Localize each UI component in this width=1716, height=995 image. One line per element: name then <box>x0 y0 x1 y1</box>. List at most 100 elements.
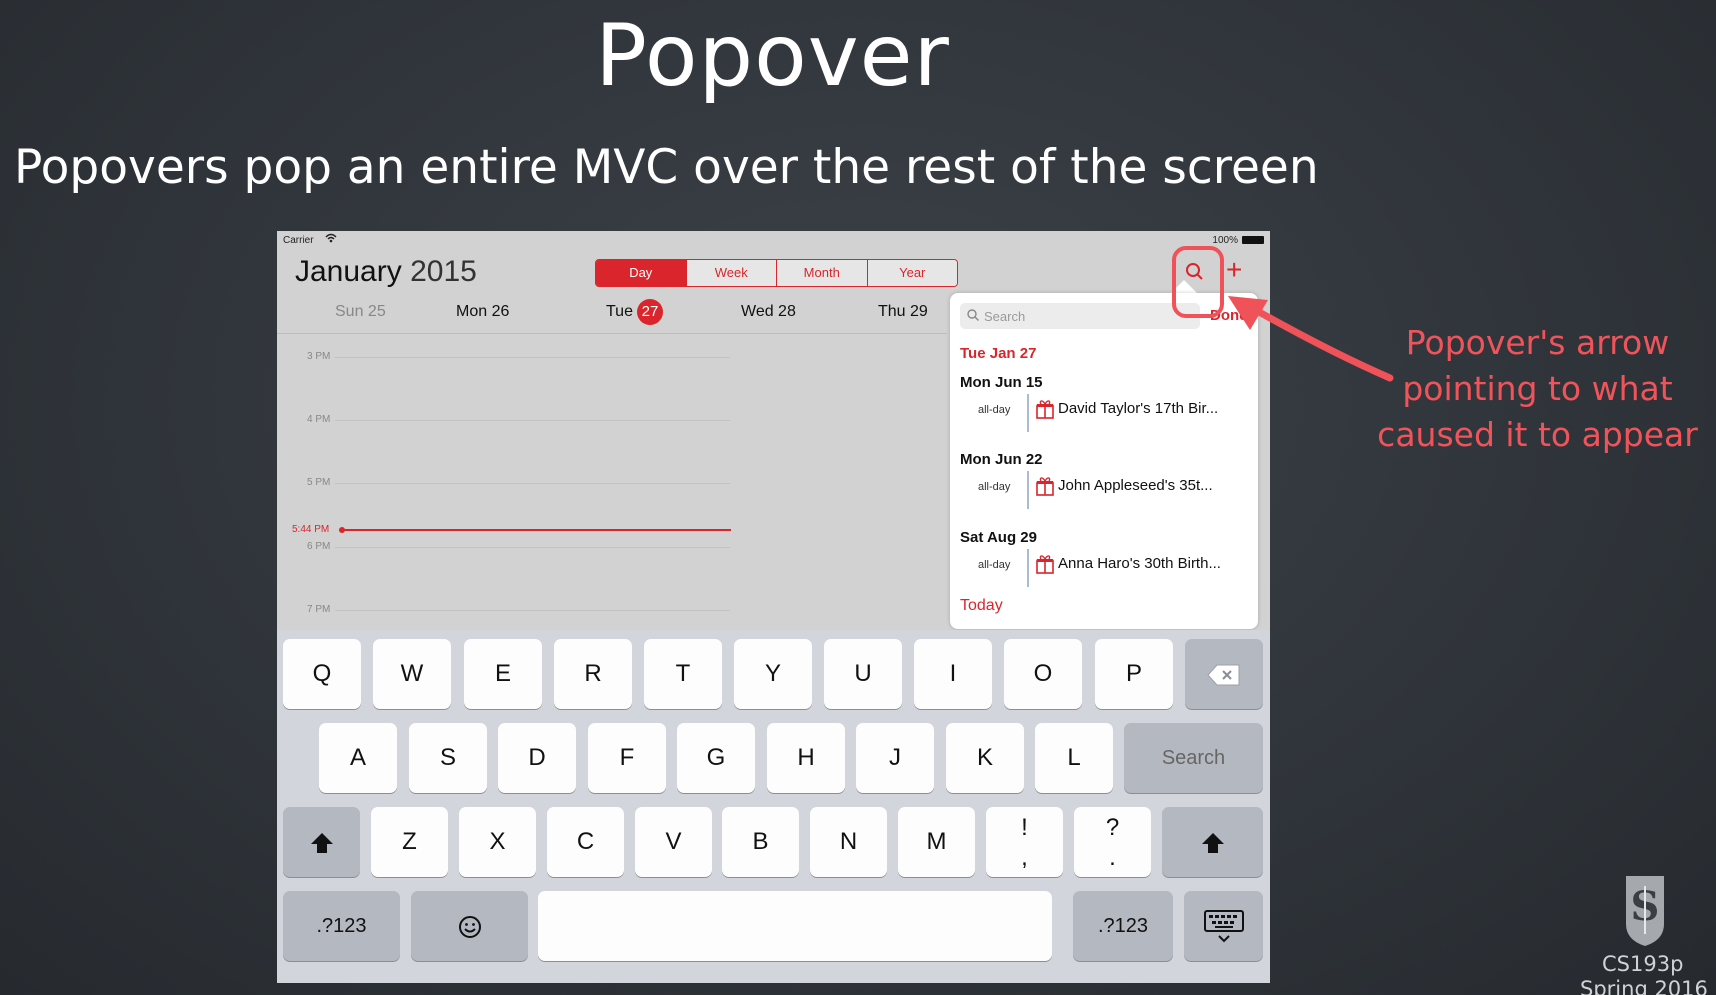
key-g[interactable]: G <box>677 723 755 793</box>
key-t[interactable]: T <box>644 639 722 709</box>
hour-row: 7 PM <box>277 604 777 616</box>
wifi-icon <box>325 233 337 243</box>
day-tue[interactable]: Tue 27 <box>606 297 663 327</box>
hour-row: 4 PM <box>277 414 777 426</box>
day-tue-label: Tue <box>606 303 633 320</box>
day-mon[interactable]: Mon 26 <box>456 297 509 327</box>
event-title[interactable]: David Taylor's 17th Bir... <box>1058 400 1218 417</box>
hour-line <box>335 547 730 548</box>
segment-month[interactable]: Month <box>776 260 867 286</box>
shift-icon <box>310 832 333 853</box>
key-exclaim-comma[interactable]: ! , <box>986 807 1063 877</box>
days-header: Sun 25 Mon 26 Tue 27 Wed 28 Thu 29 <box>277 297 947 333</box>
key-k[interactable]: K <box>946 723 1024 793</box>
view-segmented-control: Day Week Month Year <box>595 259 958 287</box>
segment-day[interactable]: Day <box>596 260 686 286</box>
hour-label: 5 PM <box>307 477 331 488</box>
month-name: January <box>295 255 402 288</box>
numbers-key-right[interactable]: .?123 <box>1073 891 1173 961</box>
today-button[interactable]: Today <box>960 597 1003 615</box>
allday-label: all-day <box>978 559 1011 571</box>
shift-key-left[interactable] <box>283 807 360 877</box>
key-x[interactable]: X <box>459 807 536 877</box>
key-h[interactable]: H <box>767 723 845 793</box>
hour-row: 6 PM <box>277 541 777 553</box>
segment-week[interactable]: Week <box>685 260 776 286</box>
key-w[interactable]: W <box>373 639 451 709</box>
space-key[interactable] <box>538 891 1052 961</box>
onscreen-keyboard: Q W E R T Y U I O P A S D F G H J K L Se… <box>277 630 1270 983</box>
month-title: January 2015 <box>295 255 477 289</box>
key-q[interactable]: Q <box>283 639 361 709</box>
keyboard-dismiss-icon <box>1203 909 1244 943</box>
hour-line <box>335 610 730 611</box>
key-m[interactable]: M <box>898 807 975 877</box>
hour-label: 3 PM <box>307 351 331 362</box>
day-sun[interactable]: Sun 25 <box>335 297 386 327</box>
current-time-line <box>341 529 731 531</box>
event-title[interactable]: John Appleseed's 35t... <box>1058 477 1213 494</box>
hour-row: 5 PM <box>277 477 777 489</box>
carrier-label: Carrier <box>283 235 314 246</box>
event-calendar-bar <box>1027 471 1029 509</box>
key-a[interactable]: A <box>319 723 397 793</box>
key-u[interactable]: U <box>824 639 902 709</box>
hour-line <box>335 483 730 484</box>
allday-label: all-day <box>978 481 1011 493</box>
key-i[interactable]: I <box>914 639 992 709</box>
today-badge: 27 <box>636 299 663 325</box>
event-title[interactable]: Anna Haro's 30th Birth... <box>1058 555 1221 572</box>
delete-key[interactable] <box>1185 639 1263 709</box>
course-label: CS193p <box>1602 952 1684 976</box>
slide-subtitle: Popovers pop an entire MVC over the rest… <box>14 140 1319 195</box>
key-r[interactable]: R <box>554 639 632 709</box>
battery-icon <box>1242 236 1264 244</box>
key-f[interactable]: F <box>588 723 666 793</box>
annotation-line: caused it to appear <box>1377 415 1698 454</box>
gift-icon <box>1036 400 1054 419</box>
term-label: Spring 2016 <box>1580 977 1708 995</box>
slide-title: Popover <box>595 6 950 106</box>
key-v[interactable]: V <box>635 807 712 877</box>
ipad-screen: Carrier 100% January 2015 Day Week Month… <box>277 231 1270 983</box>
shift-key-right[interactable] <box>1162 807 1263 877</box>
numbers-key-left[interactable]: .?123 <box>283 891 400 961</box>
popover-search-field[interactable] <box>960 303 1200 329</box>
emoji-icon <box>458 915 481 938</box>
arrow-annotation: Popover's arrow pointing to what caused … <box>1370 320 1705 458</box>
gift-icon <box>1036 555 1054 574</box>
key-s[interactable]: S <box>409 723 487 793</box>
annotation-line: Popover's arrow <box>1405 323 1670 362</box>
stanford-tree-logo-icon: S <box>1626 876 1664 946</box>
key-p[interactable]: P <box>1095 639 1173 709</box>
add-event-icon[interactable]: + <box>1226 255 1242 285</box>
key-c[interactable]: C <box>547 807 624 877</box>
status-bar: Carrier 100% <box>277 231 1270 251</box>
key-y[interactable]: Y <box>734 639 812 709</box>
dismiss-keyboard-key[interactable] <box>1184 891 1263 961</box>
search-popover: Done Tue Jan 27 Mon Jun 15 all-day David… <box>950 293 1258 629</box>
search-input[interactable] <box>984 303 1184 329</box>
hour-label: 4 PM <box>307 414 331 425</box>
emoji-key[interactable] <box>411 891 528 961</box>
shift-icon <box>1201 832 1224 853</box>
key-o[interactable]: O <box>1004 639 1082 709</box>
key-d[interactable]: D <box>498 723 576 793</box>
day-thu[interactable]: Thu 29 <box>878 297 928 327</box>
key-l[interactable]: L <box>1035 723 1113 793</box>
key-b[interactable]: B <box>722 807 799 877</box>
search-key[interactable]: Search <box>1124 723 1263 793</box>
annotation-line: pointing to what <box>1402 369 1673 408</box>
hour-row: 3 PM <box>277 351 777 363</box>
event-calendar-bar <box>1027 549 1029 587</box>
key-j[interactable]: J <box>856 723 934 793</box>
key-z[interactable]: Z <box>371 807 448 877</box>
magnifier-icon <box>967 309 979 321</box>
key-e[interactable]: E <box>464 639 542 709</box>
hour-line <box>335 420 730 421</box>
day-wed[interactable]: Wed 28 <box>741 297 796 327</box>
key-question-period[interactable]: ? . <box>1074 807 1151 877</box>
gift-icon <box>1036 477 1054 496</box>
key-n[interactable]: N <box>810 807 887 877</box>
segment-year[interactable]: Year <box>866 260 957 286</box>
